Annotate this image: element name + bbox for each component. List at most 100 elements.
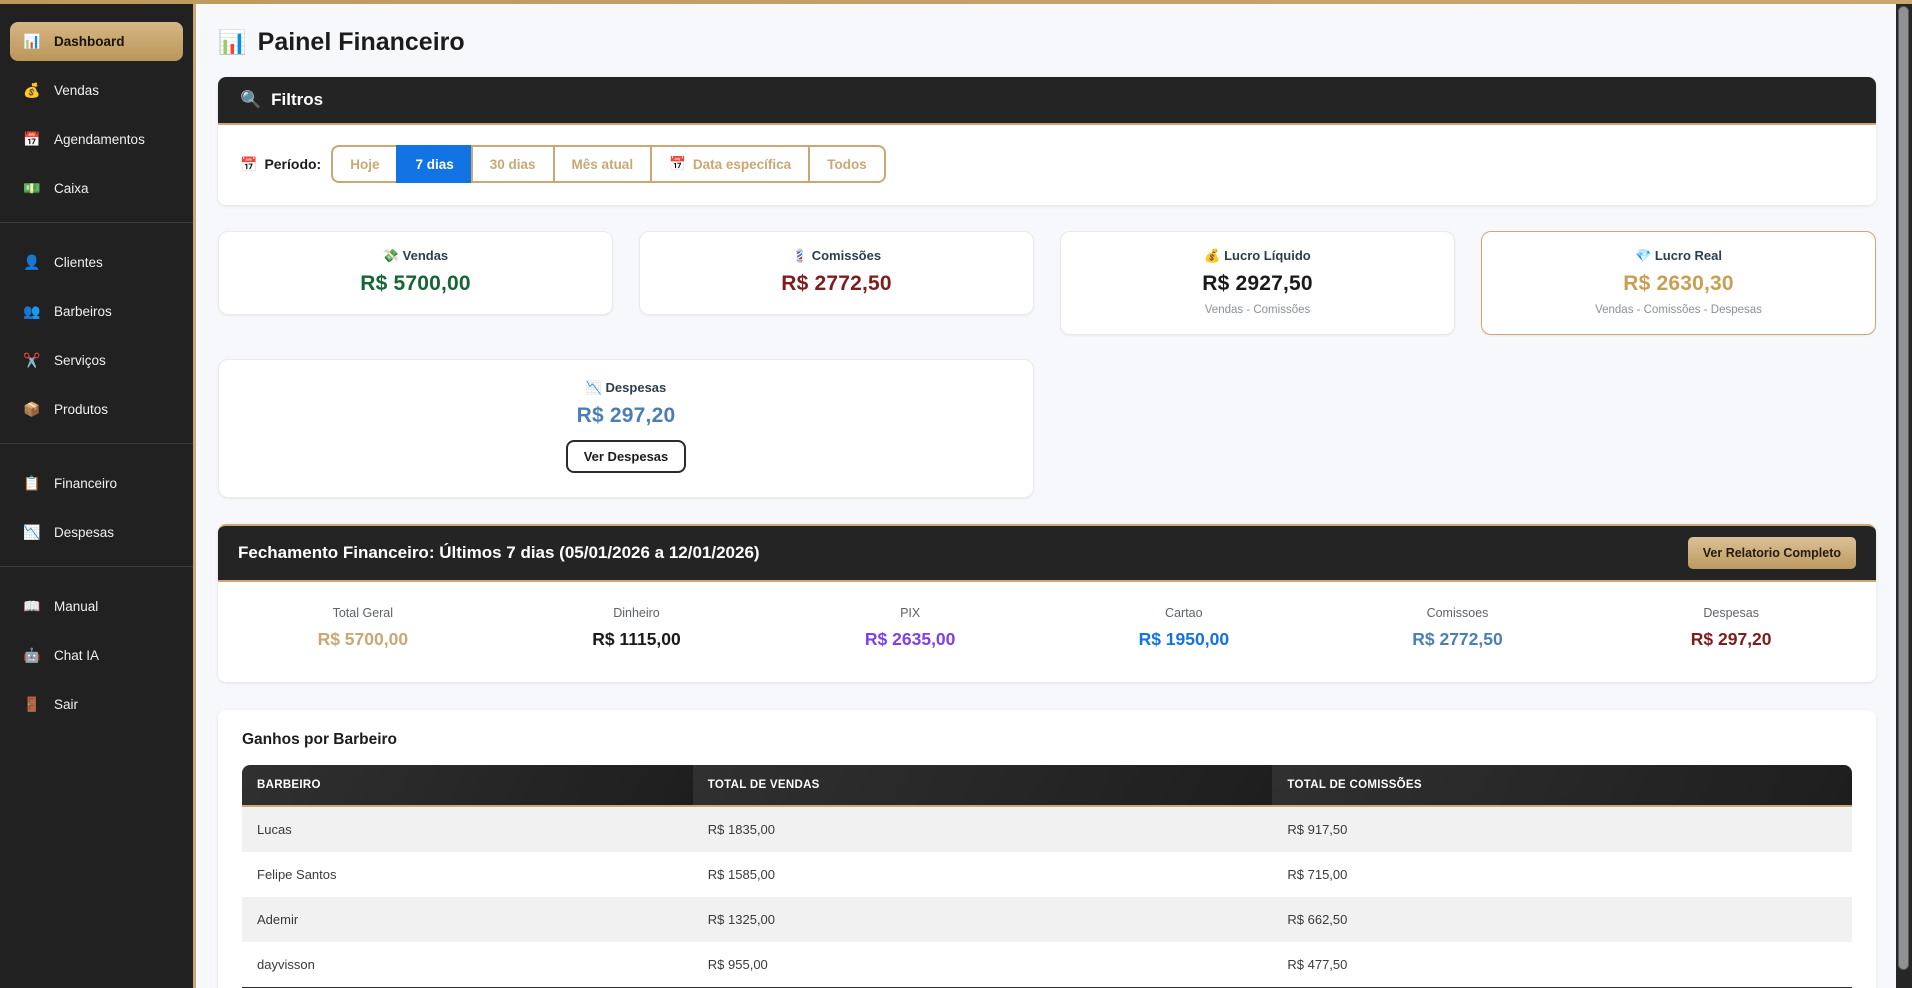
scissors-icon: ✂️: [23, 352, 41, 369]
bar-chart-icon: 📊: [218, 29, 247, 56]
clipboard-icon: 📋: [23, 475, 41, 492]
page-title-text: Painel Financeiro: [258, 28, 465, 57]
fechamento-title: Fechamento Financeiro: Últimos 7 dias (0…: [238, 543, 760, 563]
barber-sales-cell: R$ 1585,00: [693, 852, 1273, 897]
period-label-text: Período:: [264, 156, 321, 172]
card-lucro-real-value: R$ 2630,30: [1496, 272, 1861, 296]
chart-down-icon: 📉: [586, 380, 602, 395]
total-value: R$ 297,20: [1594, 629, 1868, 650]
door-icon: 🚪: [23, 696, 41, 713]
barber-commission-cell: R$ 917,50: [1272, 806, 1852, 852]
sidebar-item-financeiro[interactable]: 📋 Financeiro: [10, 464, 183, 503]
sidebar-item-label: Manual: [54, 599, 98, 614]
sidebar-item-despesas[interactable]: 📉 Despesas: [10, 513, 183, 552]
sidebar-item-label: Financeiro: [54, 476, 117, 491]
card-title-text: Lucro Líquido: [1224, 248, 1311, 263]
despesas-cell: Despesas R$ 297,20: [1594, 606, 1868, 650]
search-icon: 🔍: [240, 90, 261, 110]
sidebar-item-chat-ia[interactable]: 🤖 Chat IA: [10, 636, 183, 675]
person-icon: 👤: [23, 254, 41, 271]
dinheiro-cell: Dinheiro R$ 1115,00: [500, 606, 774, 650]
period-button-mes-atual[interactable]: Mês atual: [553, 145, 653, 183]
scrollbar-thumb[interactable]: [1898, 6, 1909, 970]
card-lucro-liquido: 💰 Lucro Líquido R$ 2927,50 Vendas - Comi…: [1060, 231, 1455, 335]
cartao-cell: Cartao R$ 1950,00: [1047, 606, 1321, 650]
gem-icon: 💎: [1635, 248, 1651, 263]
sidebar-divider: [0, 222, 193, 223]
card-comissoes-value: R$ 2772,50: [654, 272, 1019, 296]
sidebar-item-manual[interactable]: 📖 Manual: [10, 587, 183, 626]
total-label: Total Geral: [226, 606, 500, 620]
card-lucro-liquido-value: R$ 2927,50: [1075, 272, 1440, 296]
table-row: dayvisson R$ 955,00 R$ 477,50: [242, 942, 1852, 988]
fechamento-panel: Fechamento Financeiro: Últimos 7 dias (0…: [218, 524, 1876, 682]
barber-commission-cell: R$ 477,50: [1272, 942, 1852, 988]
sidebar-item-dashboard[interactable]: 📊 Dashboard: [10, 22, 183, 61]
column-header-total-vendas: TOTAL DE VENDAS: [693, 765, 1273, 806]
money-bag-icon: 💰: [23, 82, 41, 99]
sidebar-item-label: Produtos: [54, 402, 108, 417]
barber-earnings-panel: Ganhos por Barbeiro BARBEIRO TOTAL DE VE…: [218, 710, 1876, 988]
sidebar-item-servicos[interactable]: ✂️ Serviços: [10, 341, 183, 380]
card-title-text: Despesas: [606, 380, 667, 395]
ver-relatorio-completo-button[interactable]: Ver Relatorio Completo: [1688, 537, 1856, 569]
sidebar-item-agendamentos[interactable]: 📅 Agendamentos: [10, 120, 183, 159]
sidebar-item-caixa[interactable]: 💵 Caixa: [10, 169, 183, 208]
card-vendas-value: R$ 5700,00: [233, 272, 598, 296]
total-label: PIX: [773, 606, 1047, 620]
total-value: R$ 5700,00: [226, 629, 500, 650]
total-value: R$ 1115,00: [500, 629, 774, 650]
barber-sales-cell: R$ 1835,00: [693, 806, 1273, 852]
sidebar-item-clientes[interactable]: 👤 Clientes: [10, 243, 183, 282]
app-window: 📊 Dashboard 💰 Vendas 📅 Agendamentos 💵 Ca…: [0, 4, 1912, 988]
period-button-hoje[interactable]: Hoje: [331, 145, 398, 183]
card-lucro-real-subtitle: Vendas - Comissões - Despesas: [1496, 304, 1861, 316]
pix-cell: PIX R$ 2635,00: [773, 606, 1047, 650]
sidebar-item-sair[interactable]: 🚪 Sair: [10, 685, 183, 724]
barber-sales-cell: R$ 955,00: [693, 942, 1273, 988]
ver-despesas-button[interactable]: Ver Despesas: [566, 440, 687, 473]
period-button-todos[interactable]: Todos: [808, 145, 886, 183]
period-button-data-especifica[interactable]: 📅 Data específica: [650, 145, 810, 183]
barber-name-cell: Ademir: [242, 897, 693, 942]
total-label: Cartao: [1047, 606, 1321, 620]
people-icon: 👥: [23, 303, 41, 320]
robot-icon: 🤖: [23, 647, 41, 664]
barber-name-cell: dayvisson: [242, 942, 693, 988]
total-geral-cell: Total Geral R$ 5700,00: [226, 606, 500, 650]
table-row: Lucas R$ 1835,00 R$ 917,50: [242, 806, 1852, 852]
sidebar-item-barbeiros[interactable]: 👥 Barbeiros: [10, 292, 183, 331]
total-label: Dinheiro: [500, 606, 774, 620]
money-bag-icon: 💰: [1204, 248, 1220, 263]
card-lucro-real: 💎 Lucro Real R$ 2630,30 Vendas - Comissõ…: [1481, 231, 1876, 335]
period-button-30-dias[interactable]: 30 dias: [471, 145, 555, 183]
card-title-text: Lucro Real: [1655, 248, 1722, 263]
card-despesas-value: R$ 297,20: [233, 404, 1019, 428]
filters-body: 📅 Período: Hoje 7 dias 30 dias Mês atual…: [218, 125, 1876, 205]
calendar-icon: 📅: [23, 131, 41, 148]
card-despesas: 📉 Despesas R$ 297,20 Ver Despesas: [218, 359, 1034, 498]
column-header-barbeiro: BARBEIRO: [242, 765, 693, 806]
card-comissoes: 💈 Comissões R$ 2772,50: [639, 231, 1034, 315]
vertical-scrollbar[interactable]: [1896, 4, 1912, 988]
sidebar-item-label: Clientes: [54, 255, 103, 270]
sidebar-divider: [0, 566, 193, 567]
chart-down-icon: 📉: [23, 524, 41, 541]
barber-name-cell: Lucas: [242, 806, 693, 852]
card-title-text: Comissões: [812, 248, 881, 263]
period-button-7-dias[interactable]: 7 dias: [396, 145, 472, 183]
summary-cards: 💸 Vendas R$ 5700,00 💈 Comissões R$ 2772,…: [218, 231, 1876, 498]
sidebar-item-label: Barbeiros: [54, 304, 112, 319]
total-value: R$ 2635,00: [773, 629, 1047, 650]
card-vendas: 💸 Vendas R$ 5700,00: [218, 231, 613, 315]
package-icon: 📦: [23, 401, 41, 418]
column-header-total-comissoes: TOTAL DE COMISSÕES: [1272, 765, 1852, 806]
card-lucro-liquido-title: 💰 Lucro Líquido: [1075, 248, 1440, 264]
total-label: Despesas: [1594, 606, 1868, 620]
total-label: Comissoes: [1321, 606, 1595, 620]
sidebar-divider: [0, 443, 193, 444]
sidebar-item-vendas[interactable]: 💰 Vendas: [10, 71, 183, 110]
main-content: 📊 Painel Financeiro 🔍 Filtros 📅 Período:…: [196, 4, 1912, 988]
sidebar-item-produtos[interactable]: 📦 Produtos: [10, 390, 183, 429]
sidebar-item-label: Chat IA: [54, 648, 99, 663]
